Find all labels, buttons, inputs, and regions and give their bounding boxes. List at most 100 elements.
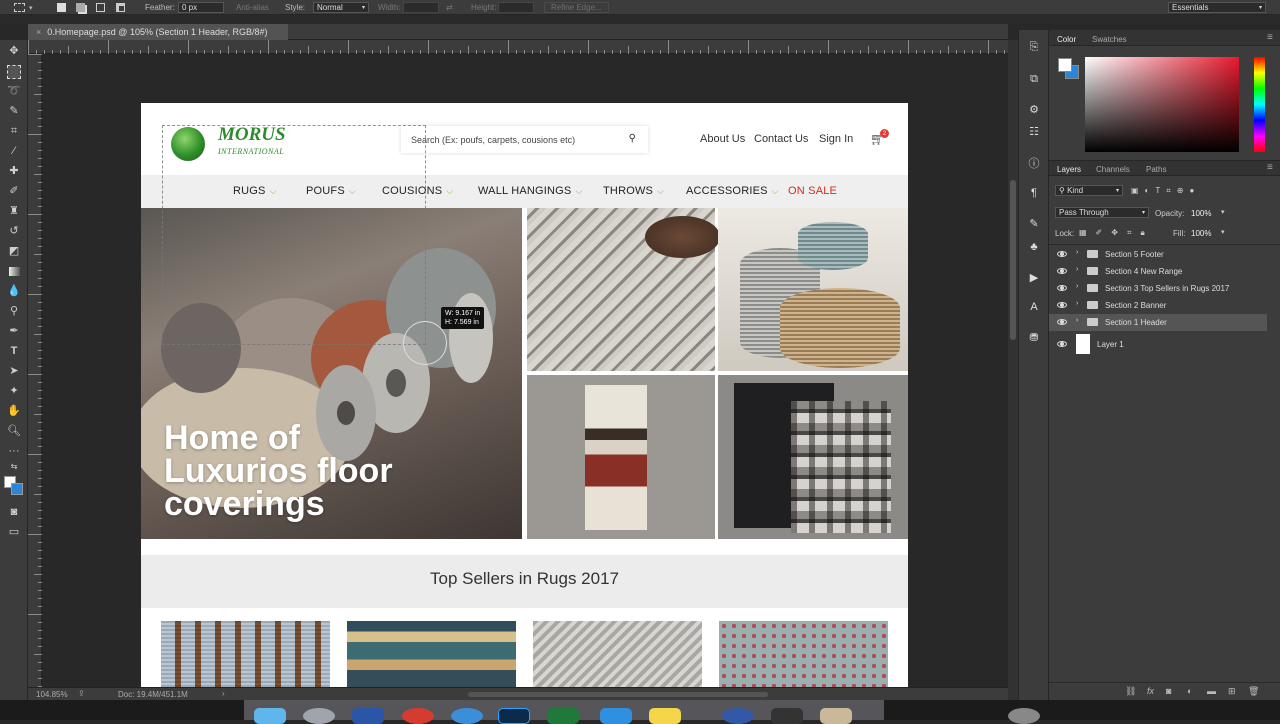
preview-dock-icon[interactable] (820, 708, 852, 724)
actions-panel-icon[interactable]: ▶ (1027, 270, 1041, 284)
tab-layers[interactable]: Layers (1057, 165, 1081, 174)
doc-size[interactable]: Doc: 19.4M/451.1M (118, 690, 188, 699)
lasso-tool-icon[interactable]: ➰ (7, 84, 21, 98)
vertical-ruler[interactable] (28, 54, 42, 687)
close-tab-icon[interactable]: × (36, 27, 41, 37)
dodge-tool-icon[interactable]: ⚲ (7, 304, 21, 318)
app-dock-icon[interactable] (722, 708, 754, 724)
layers-panel-menu-icon[interactable]: ≡ (1267, 162, 1273, 173)
launchpad-dock-icon[interactable] (303, 708, 335, 724)
refine-edge-button[interactable]: Refine Edge... (544, 2, 609, 13)
canvas-area[interactable]: MORUS INTERNATIONAL Search (Ex: poufs, c… (42, 54, 1008, 687)
subtract-selection-icon[interactable] (96, 2, 105, 13)
healing-brush-tool-icon[interactable]: ✚ (7, 164, 21, 178)
new-layer-icon[interactable]: ⊞ (1228, 686, 1236, 697)
expand-arrow-icon[interactable]: › (1076, 317, 1078, 324)
width-input[interactable] (403, 2, 439, 13)
wall-hanging-category-image[interactable] (527, 375, 715, 539)
hand-tool-icon[interactable]: ✋ (7, 404, 21, 418)
add-mask-icon[interactable]: ◙ (1166, 686, 1171, 696)
history-panel-icon[interactable]: ⎘ (1027, 40, 1041, 54)
style-select[interactable]: Normal ▾ (313, 2, 369, 13)
horizontal-ruler[interactable] (28, 40, 1008, 54)
photoshop-dock-icon[interactable] (498, 708, 530, 724)
pouf-category-image[interactable] (718, 208, 908, 371)
history-brush-tool-icon[interactable]: ↺ (7, 224, 21, 238)
delete-layer-icon[interactable]: 🗑︎ (1248, 686, 1259, 697)
quick-mask-icon[interactable]: ◙ (7, 505, 21, 519)
feather-input[interactable]: 0 px (178, 2, 224, 13)
excel-dock-icon[interactable] (547, 708, 579, 724)
tab-paths[interactable]: Paths (1146, 165, 1166, 174)
brush-panel-icon[interactable]: ✎ (1027, 216, 1041, 230)
color-picker-field[interactable] (1085, 57, 1239, 152)
background-color-swatch[interactable] (11, 483, 23, 495)
sign-in-link[interactable]: Sign In (819, 133, 853, 145)
intersect-selection-icon[interactable] (116, 2, 125, 13)
blur-tool-icon[interactable]: 💧 (7, 284, 21, 298)
lock-icons[interactable]: ▦✐✥⌗🔒︎ (1079, 228, 1154, 238)
layer-row-section-2[interactable]: › Section 2 Banner (1049, 297, 1267, 314)
hue-slider[interactable] (1254, 57, 1265, 152)
layer-filter-kind[interactable]: ⚲ Kind ▾ (1055, 185, 1123, 196)
product-thumb-1[interactable] (161, 621, 330, 687)
new-group-icon[interactable]: ▬ (1207, 686, 1216, 696)
visibility-eye-icon[interactable] (1057, 319, 1067, 325)
add-to-selection-icon[interactable] (76, 2, 85, 13)
zoom-tool-icon[interactable]: 🔍︎ (7, 424, 21, 438)
layer-filter-icons[interactable]: ▣◐T⌗⊕● (1131, 186, 1200, 196)
eyedropper-tool-icon[interactable]: ⁄ (7, 144, 21, 158)
workspace-select[interactable]: Essentials ▾ (1168, 2, 1266, 13)
product-thumb-2[interactable] (347, 621, 516, 687)
paragraph-panel-icon[interactable]: ¶ (1027, 186, 1041, 200)
properties-panel-icon[interactable]: ⧉ (1027, 72, 1041, 86)
anti-alias-checkbox[interactable]: Anti-alias (236, 2, 269, 13)
opacity-value[interactable]: 100% (1191, 209, 1211, 218)
fill-value[interactable]: 100% (1191, 229, 1211, 238)
visibility-eye-icon[interactable] (1057, 268, 1067, 274)
visibility-eye-icon[interactable] (1057, 341, 1067, 347)
expand-arrow-icon[interactable]: › (1076, 266, 1078, 273)
link-layers-icon[interactable]: ⛓ (1125, 686, 1136, 697)
color-panel-foreground[interactable] (1058, 58, 1072, 72)
finder-dock-icon[interactable] (254, 708, 286, 724)
document-artboard[interactable]: MORUS INTERNATIONAL Search (Ex: poufs, c… (141, 103, 908, 687)
blend-mode-select[interactable]: Pass Through ▾ (1055, 207, 1149, 218)
panel-menu-icon[interactable]: ≡ (1267, 32, 1273, 43)
marquee-tool-preset-icon[interactable]: ▾ (14, 2, 33, 13)
swap-dimensions-icon[interactable]: ⇄ (446, 2, 453, 13)
vertical-scroll-thumb[interactable] (1010, 180, 1016, 340)
visibility-eye-icon[interactable] (1057, 251, 1067, 257)
gradient-tool-icon[interactable] (7, 264, 21, 278)
expand-arrow-icon[interactable]: › (1076, 249, 1078, 256)
crop-tool-icon[interactable]: ⌗ (7, 124, 21, 138)
vertical-scrollbar[interactable] (1008, 40, 1018, 700)
custom-shape-tool-icon[interactable]: ✦ (7, 384, 21, 398)
about-us-link[interactable]: About Us (700, 133, 745, 145)
site-search-icon[interactable]: ⚲ (629, 133, 636, 144)
nav-on-sale[interactable]: ON SALE (788, 185, 837, 197)
trash-dock-icon[interactable] (1008, 708, 1040, 724)
product-thumb-4[interactable] (719, 621, 888, 687)
move-tool-icon[interactable]: ✥ (7, 44, 21, 58)
quick-selection-tool-icon[interactable]: ✎ (7, 104, 21, 118)
layer-row-layer-1[interactable]: Layer 1 (1049, 332, 1267, 356)
expand-arrow-icon[interactable]: › (1076, 300, 1078, 307)
terminal-dock-icon[interactable] (771, 708, 803, 724)
contact-us-link[interactable]: Contact Us (754, 133, 808, 145)
throws-category-image[interactable] (718, 375, 908, 539)
screen-mode-icon[interactable]: ▭ (7, 525, 21, 539)
nav-accessories[interactable]: ACCESSORIES ⌵ (686, 185, 779, 197)
status-arrow-icon[interactable]: › (222, 689, 225, 698)
safari-dock-icon[interactable] (451, 708, 483, 724)
type-tool-icon[interactable]: T (7, 344, 21, 358)
layer-style-icon[interactable]: fx (1147, 686, 1154, 696)
word-dock-icon[interactable] (352, 708, 384, 724)
tab-color[interactable]: Color (1057, 35, 1076, 44)
brush-tool-icon[interactable]: ✐ (7, 184, 21, 198)
adjustments-panel-icon[interactable]: ⚙ (1027, 102, 1041, 116)
layer-row-section-5[interactable]: › Section 5 Footer (1049, 246, 1267, 263)
new-selection-icon[interactable] (57, 2, 66, 13)
tab-swatches[interactable]: Swatches (1092, 35, 1127, 44)
rectangular-marquee-tool-icon[interactable] (7, 65, 21, 79)
